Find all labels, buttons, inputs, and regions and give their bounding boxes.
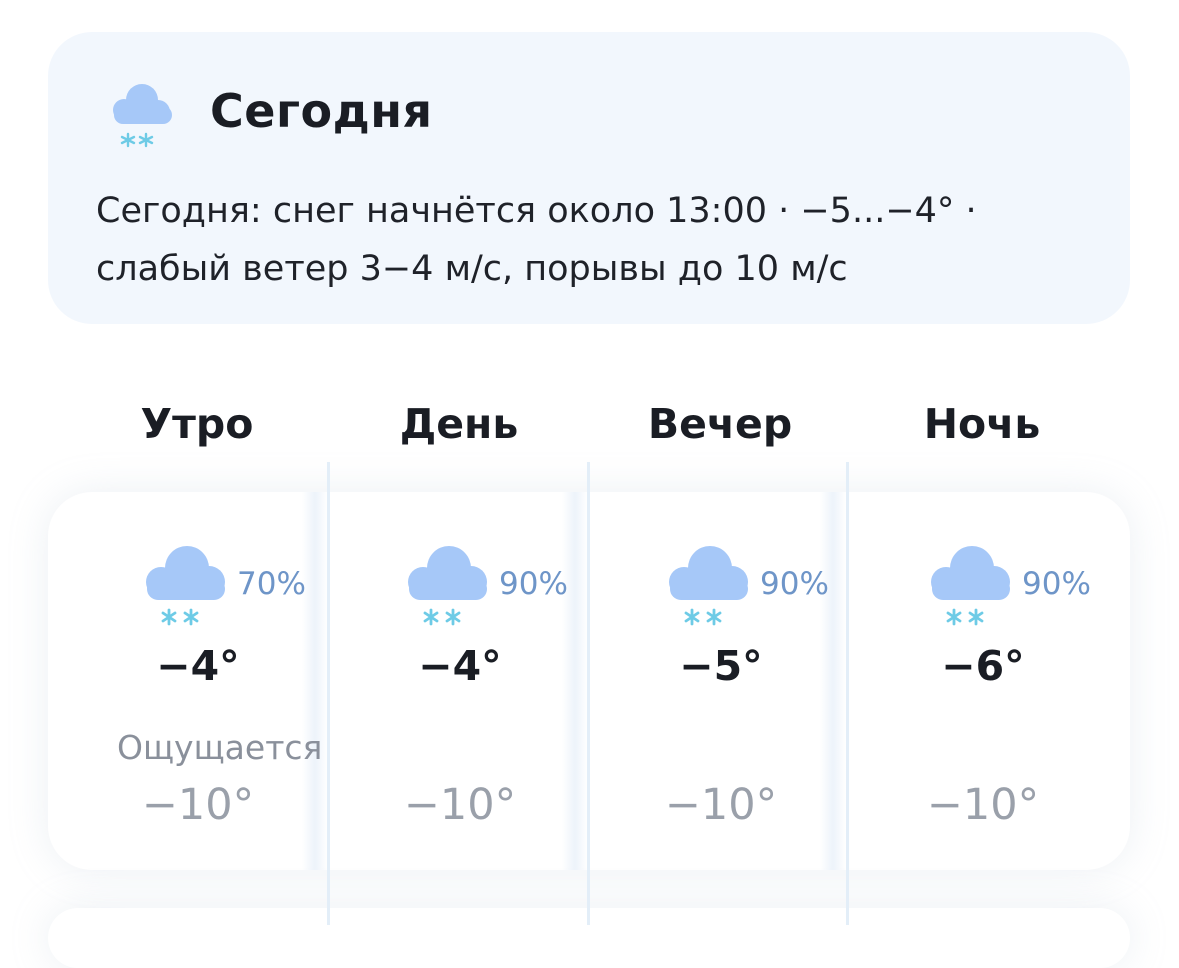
temperature: −5° xyxy=(679,642,763,690)
period-evening[interactable]: 90% −5° −10° xyxy=(590,492,852,870)
feels-like-temperature: −10° xyxy=(926,780,1040,830)
precipitation-probability: 70% xyxy=(237,566,306,602)
feels-like-temperature: −10° xyxy=(141,780,255,830)
period-header-evening: Вечер xyxy=(647,400,793,448)
cloud-snow-icon xyxy=(931,546,1010,626)
period-morning[interactable]: 70% −4° Ощущается −10° xyxy=(67,492,329,870)
summary-description: Сегодня: снег начнётся около 13:00 · −5.… xyxy=(96,182,1096,298)
summary-line-1: Сегодня: снег начнётся около 13:00 · −5.… xyxy=(96,191,977,231)
feels-like-label: Ощущается xyxy=(117,728,323,767)
summary-line-2: слабый ветер 3−4 м/с, порывы до 10 м/с xyxy=(96,249,848,289)
feels-like-temperature: −10° xyxy=(664,780,778,830)
temperature: −6° xyxy=(941,642,1025,690)
precipitation-probability: 90% xyxy=(499,566,568,602)
cloud-snow-icon xyxy=(146,546,225,626)
cloud-snow-icon xyxy=(669,546,748,626)
summary-title: Сегодня xyxy=(210,84,433,138)
period-night[interactable]: 90% −6° −10° xyxy=(852,492,1114,870)
period-header-morning: Утро xyxy=(140,400,254,448)
period-day[interactable]: 90% −4° −10° xyxy=(329,492,591,870)
period-header-night: Ночь xyxy=(923,400,1041,448)
cloud-snow-icon xyxy=(408,546,487,626)
today-summary-card[interactable]: Сегодня Сегодня: снег начнётся около 13:… xyxy=(48,32,1130,324)
precipitation-probability: 90% xyxy=(1022,566,1091,602)
period-header-day: День xyxy=(399,400,519,448)
precipitation-probability: 90% xyxy=(760,566,829,602)
temperature: −4° xyxy=(418,642,502,690)
cloud-snow-icon xyxy=(113,84,172,148)
feels-like-temperature: −10° xyxy=(403,780,517,830)
temperature: −4° xyxy=(156,642,240,690)
